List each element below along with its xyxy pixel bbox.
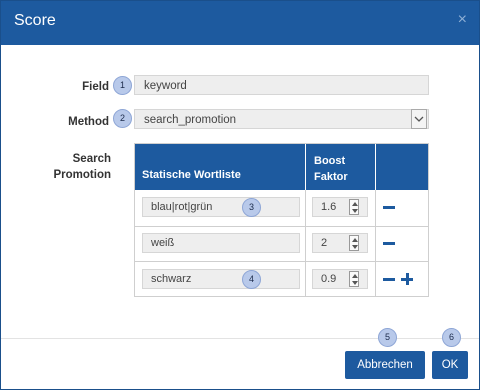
score-dialog: Score × Field 1 keyword Method 2 search_… [0, 0, 480, 390]
column-divider-1 [305, 190, 306, 296]
method-dropdown-button[interactable] [411, 109, 427, 129]
header-boost-line1: Boost [314, 155, 346, 167]
dialog-header: Score × [1, 1, 479, 45]
promotion-table: Statische Wortliste Boost Faktor blau|ro… [134, 143, 429, 297]
badge-4: 4 [242, 270, 261, 289]
footer-divider [1, 338, 479, 339]
row-divider-1 [135, 226, 428, 227]
plus-icon[interactable] [401, 273, 413, 285]
word-input-row-3[interactable]: schwarz [142, 269, 300, 289]
minus-icon[interactable] [383, 242, 395, 245]
badge-5: 5 [378, 328, 397, 347]
spinner-icon[interactable] [349, 235, 359, 251]
method-select[interactable]: search_promotion [134, 109, 429, 129]
boost-input-row-2[interactable]: 2 [312, 233, 368, 253]
header-boost-faktor: Boost Faktor [314, 153, 348, 185]
badge-3: 3 [242, 198, 261, 217]
word-input-row-1[interactable]: blau|rot|grün [142, 197, 300, 217]
search-label-line1: Search [72, 153, 111, 165]
minus-icon[interactable] [383, 278, 395, 281]
method-label: Method [68, 116, 109, 128]
badge-1: 1 [113, 76, 132, 95]
field-label: Field [82, 81, 109, 93]
spinner-icon[interactable] [349, 199, 359, 215]
boost-input-row-1[interactable]: 1.6 [312, 197, 368, 217]
cancel-button[interactable]: Abbrechen [345, 351, 425, 379]
row-divider-2 [135, 261, 428, 262]
dialog-title: Score [14, 12, 56, 29]
column-divider-2 [375, 190, 376, 296]
search-promotion-label: Search Promotion [41, 151, 112, 183]
field-input[interactable]: keyword [134, 75, 429, 95]
chevron-down-icon [414, 116, 424, 122]
table-header: Statische Wortliste Boost Faktor [135, 144, 428, 190]
search-label-line2: Promotion [53, 169, 112, 181]
minus-icon[interactable] [383, 206, 395, 209]
header-boost-line2: Faktor [314, 171, 348, 183]
boost-input-row-3[interactable]: 0.9 [312, 269, 368, 289]
close-icon[interactable]: × [458, 11, 467, 29]
badge-2: 2 [113, 109, 132, 128]
badge-6: 6 [442, 328, 461, 347]
ok-button[interactable]: OK [432, 351, 468, 379]
header-wortliste: Statische Wortliste [142, 169, 241, 181]
spinner-icon[interactable] [349, 271, 359, 287]
word-input-row-2[interactable]: weiß [142, 233, 300, 253]
